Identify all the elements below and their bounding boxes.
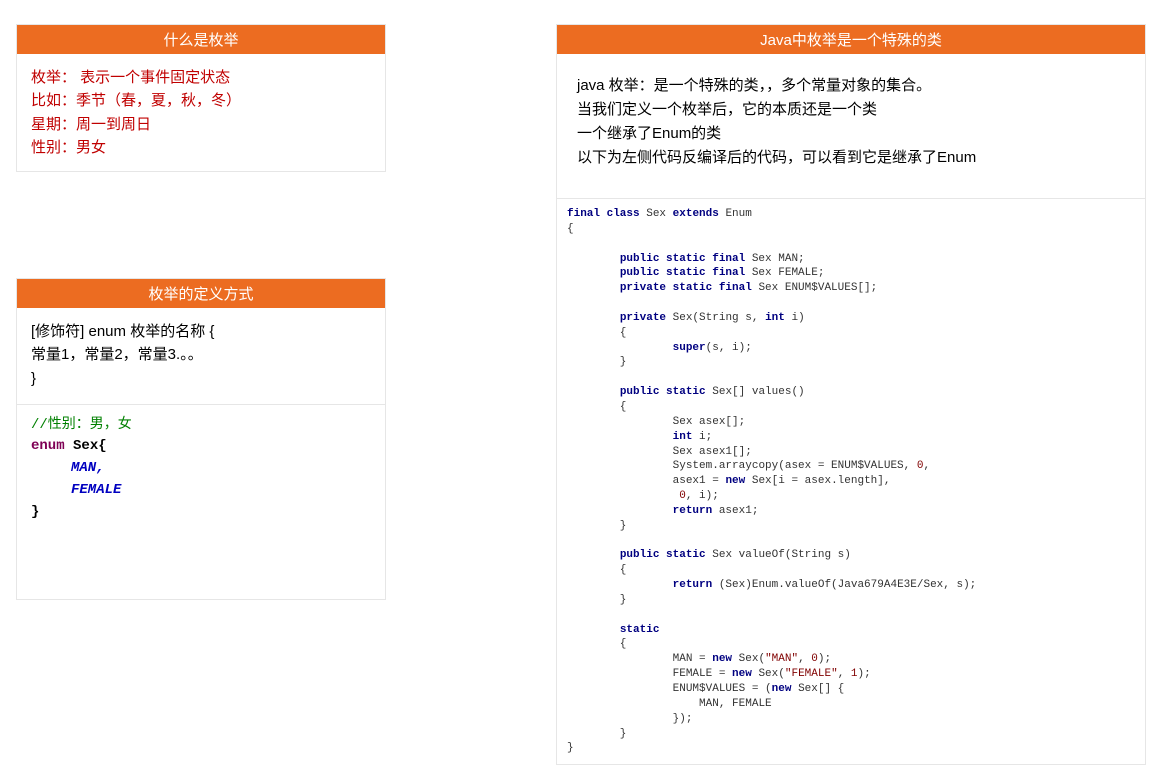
- card-body: 枚举： 表示一个事件固定状态 比如：季节（春，夏，秋，冬） 星期：周一到周日 性…: [17, 54, 385, 171]
- code-line: MAN,: [31, 458, 371, 480]
- card-title: 什么是枚举: [17, 25, 385, 54]
- text-line: [修饰符] enum 枚举的名称 {: [31, 320, 371, 343]
- decompiled-code: final class Sex extends Enum { public st…: [557, 198, 1145, 764]
- explanation-text: java 枚举：是一个特殊的类，，多个常量对象的集合。 当我们定义一个枚举后，它…: [557, 54, 1145, 198]
- text-line: }: [31, 367, 371, 390]
- code-line: FEMALE: [31, 480, 371, 502]
- what-is-enum-card: 什么是枚举 枚举： 表示一个事件固定状态 比如：季节（春，夏，秋，冬） 星期：周…: [16, 24, 386, 172]
- card-title: 枚举的定义方式: [17, 279, 385, 308]
- text-line: 枚举： 表示一个事件固定状态: [31, 66, 371, 89]
- text-line: 比如：季节（春，夏，秋，冬）: [31, 89, 371, 112]
- java-enum-class-card: Java中枚举是一个特殊的类 java 枚举：是一个特殊的类，，多个常量对象的集…: [556, 24, 1146, 765]
- text-line: 性别：男女: [31, 136, 371, 159]
- enum-definition-card: 枚举的定义方式 [修饰符] enum 枚举的名称 { 常量1，常量2，常量3.。…: [16, 278, 386, 600]
- text-line: 常量1，常量2，常量3.。。: [31, 343, 371, 366]
- code-line: enum Sex{: [31, 436, 371, 458]
- text-line: 星期：周一到周日: [31, 113, 371, 136]
- code-line: }: [31, 502, 371, 524]
- definition-text: [修饰符] enum 枚举的名称 { 常量1，常量2，常量3.。。 }: [17, 308, 385, 398]
- code-comment: //性别：男，女: [31, 415, 371, 437]
- text-line: 一个继承了Enum的类: [577, 122, 1125, 146]
- card-title: Java中枚举是一个特殊的类: [557, 25, 1145, 54]
- text-line: java 枚举：是一个特殊的类，，多个常量对象的集合。: [577, 74, 1125, 98]
- text-line: 当我们定义一个枚举后，它的本质还是一个类: [577, 98, 1125, 122]
- text-line: 以下为左侧代码反编译后的代码，可以看到它是继承了Enum: [577, 146, 1125, 170]
- enum-code-example: //性别：男，女 enum Sex{ MAN, FEMALE }: [17, 405, 385, 533]
